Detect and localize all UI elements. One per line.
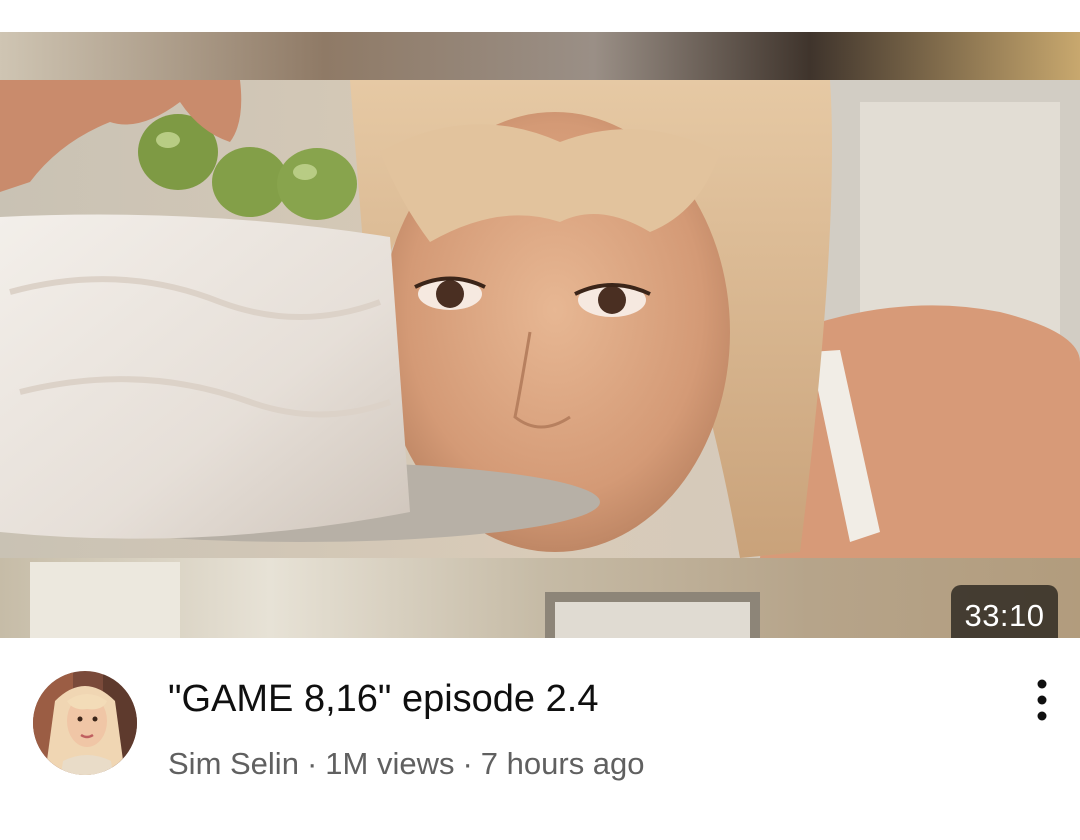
avatar-image	[33, 671, 137, 775]
thumbnail-image	[0, 32, 1080, 638]
more-options-button[interactable]	[1018, 672, 1066, 728]
video-subline: Sim Selin · 1M views · 7 hours ago	[168, 744, 988, 784]
separator: ·	[306, 746, 318, 781]
channel-name[interactable]: Sim Selin	[168, 744, 299, 784]
video-card: 33:10 "GAME 8,16" episode 2.4 Sim Selin ·…	[0, 0, 1080, 840]
video-thumbnail[interactable]: 33:10	[0, 32, 1080, 638]
view-count: 1M views	[325, 746, 455, 781]
video-meta: "GAME 8,16" episode 2.4 Sim Selin · 1M vie…	[0, 638, 1080, 840]
video-title[interactable]: "GAME 8,16" episode 2.4	[168, 676, 988, 722]
channel-avatar[interactable]	[33, 671, 137, 775]
duration-badge: 33:10	[951, 585, 1058, 638]
separator: ·	[462, 746, 473, 781]
upload-age: 7 hours ago	[480, 746, 645, 781]
more-vert-icon	[1037, 679, 1047, 721]
